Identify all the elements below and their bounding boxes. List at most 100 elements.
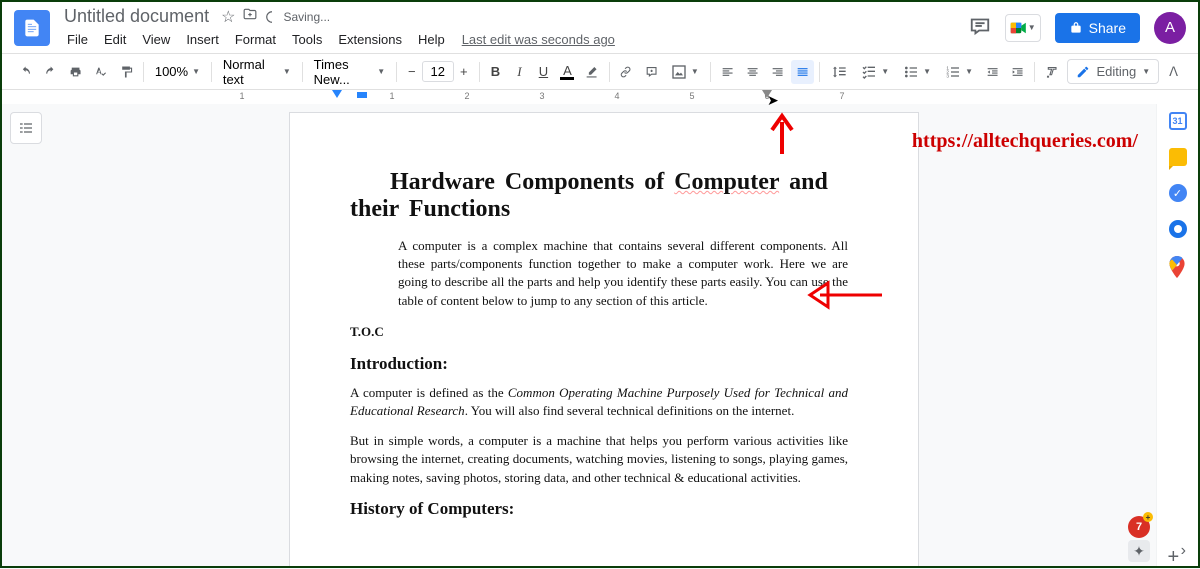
editing-mode-label: Editing <box>1096 64 1136 79</box>
explore-badge[interactable]: 7 <box>1128 516 1150 538</box>
spellcheck-icon[interactable] <box>90 60 113 84</box>
document-title[interactable]: Untitled document <box>60 6 213 27</box>
ruler[interactable]: 1 1 2 3 4 5 6 7 <box>2 90 1198 104</box>
last-edit-link[interactable]: Last edit was seconds ago <box>462 32 615 47</box>
contacts-icon[interactable] <box>1169 220 1187 238</box>
toc-heading[interactable]: T.O.C <box>350 324 848 340</box>
text-run: A computer is defined as the <box>350 385 508 400</box>
menu-format[interactable]: Format <box>228 30 283 49</box>
explore-icon[interactable]: ✦ <box>1128 540 1150 562</box>
bulleted-list-icon[interactable]: ▼ <box>897 61 937 83</box>
section-heading-intro[interactable]: Introduction: <box>350 354 848 374</box>
font-size-control: − 12 + <box>402 61 474 82</box>
redo-icon[interactable] <box>39 60 62 84</box>
paragraph[interactable]: A computer is defined as the Common Oper… <box>350 384 848 420</box>
ruler-tick: 1 <box>239 91 244 101</box>
title-area: Untitled document ☆ Saving... File Edit … <box>60 5 969 51</box>
header-actions: ▼ Share A <box>969 12 1186 44</box>
app-header: Untitled document ☆ Saving... File Edit … <box>2 2 1198 54</box>
font-size-increase[interactable]: + <box>454 62 474 81</box>
menu-help[interactable]: Help <box>411 30 452 49</box>
ruler-tick: 2 <box>464 91 469 101</box>
bold-button[interactable]: B <box>484 60 506 83</box>
document-canvas[interactable]: Hardware Components of Computer and thei… <box>52 104 1156 566</box>
insert-link-icon[interactable] <box>614 60 637 84</box>
text-run: . You will also find several technical d… <box>465 403 795 418</box>
insert-image-dropdown[interactable]: ▼ <box>665 61 705 83</box>
docs-logo[interactable] <box>14 10 50 46</box>
keep-icon[interactable] <box>1169 148 1187 166</box>
toolbar: 100%▼ Normal text▼ Times New...▼ − 12 + … <box>2 54 1198 90</box>
comment-history-icon[interactable] <box>969 14 991 41</box>
ruler-indent-right-icon[interactable] <box>762 90 772 98</box>
italic-button[interactable]: I <box>508 60 530 84</box>
align-center-icon[interactable] <box>741 60 764 84</box>
align-justify-icon[interactable] <box>791 60 814 84</box>
separator <box>302 62 303 82</box>
increase-indent-icon[interactable] <box>1006 60 1029 84</box>
font-size-decrease[interactable]: − <box>402 62 422 81</box>
ruler-tick: 1 <box>389 91 394 101</box>
highlight-button[interactable] <box>580 60 603 84</box>
editing-mode-dropdown[interactable]: Editing ▼ <box>1067 59 1159 84</box>
doc-heading[interactable]: Hardware Components of Computer and thei… <box>350 169 848 223</box>
font-dropdown[interactable]: Times New...▼ <box>308 54 391 90</box>
styles-value: Normal text <box>223 57 279 87</box>
star-icon[interactable]: ☆ <box>221 7 235 27</box>
page[interactable]: Hardware Components of Computer and thei… <box>289 112 919 566</box>
menu-file[interactable]: File <box>60 30 95 49</box>
paint-format-icon[interactable] <box>115 60 138 84</box>
decrease-indent-icon[interactable] <box>981 60 1004 84</box>
paragraph[interactable]: But in simple words, a computer is a mac… <box>350 432 848 487</box>
menu-bar: File Edit View Insert Format Tools Exten… <box>60 29 969 51</box>
collapse-toolbar-icon[interactable]: ᐱ <box>1161 60 1186 84</box>
intro-paragraph[interactable]: A computer is a complex machine that con… <box>350 237 848 310</box>
menu-insert[interactable]: Insert <box>179 30 226 49</box>
font-value: Times New... <box>314 57 374 87</box>
user-avatar[interactable]: A <box>1154 12 1186 44</box>
saving-text: Saving... <box>283 10 330 24</box>
add-comment-icon[interactable] <box>640 60 663 84</box>
maps-icon[interactable] <box>1168 256 1188 276</box>
section-heading-history[interactable]: History of Computers: <box>350 499 848 519</box>
ruler-tick: 7 <box>839 91 844 101</box>
separator <box>396 62 397 82</box>
font-size-value[interactable]: 12 <box>422 61 454 82</box>
menu-edit[interactable]: Edit <box>97 30 133 49</box>
menu-extensions[interactable]: Extensions <box>331 30 409 49</box>
zoom-dropdown[interactable]: 100%▼ <box>149 61 206 82</box>
side-panel-collapse-icon[interactable]: › <box>1181 542 1186 560</box>
outline-panel <box>2 104 52 566</box>
separator <box>710 62 711 82</box>
meet-icon[interactable]: ▼ <box>1005 14 1041 42</box>
menu-tools[interactable]: Tools <box>285 30 329 49</box>
clear-formatting-icon[interactable] <box>1040 60 1063 84</box>
share-button[interactable]: Share <box>1055 13 1140 43</box>
styles-dropdown[interactable]: Normal text▼ <box>217 54 297 90</box>
heading-text-line2: their Functions <box>350 196 510 222</box>
separator <box>819 62 820 82</box>
align-left-icon[interactable] <box>716 60 739 84</box>
separator <box>609 62 610 82</box>
main-area: Hardware Components of Computer and thei… <box>2 104 1198 566</box>
tasks-icon[interactable]: ✓ <box>1169 184 1187 202</box>
menu-view[interactable]: View <box>135 30 177 49</box>
checklist-icon[interactable]: ▼ <box>855 61 895 83</box>
underline-button[interactable]: U <box>532 60 554 83</box>
share-label: Share <box>1089 20 1126 36</box>
undo-icon[interactable] <box>14 60 37 84</box>
ruler-tick: 3 <box>539 91 544 101</box>
ruler-indent-left-icon[interactable] <box>332 90 342 98</box>
text-color-button[interactable]: A <box>556 60 578 84</box>
ruler-first-line-icon[interactable] <box>357 92 367 98</box>
print-icon[interactable] <box>64 60 87 84</box>
separator <box>479 62 480 82</box>
outline-toggle-icon[interactable] <box>10 112 42 144</box>
align-right-icon[interactable] <box>766 60 789 84</box>
line-spacing-icon[interactable] <box>825 61 853 83</box>
numbered-list-icon[interactable]: 123▼ <box>939 61 979 83</box>
separator <box>211 62 212 82</box>
move-icon[interactable] <box>243 7 257 26</box>
ruler-tick: 5 <box>689 91 694 101</box>
calendar-icon[interactable]: 31 <box>1169 112 1187 130</box>
